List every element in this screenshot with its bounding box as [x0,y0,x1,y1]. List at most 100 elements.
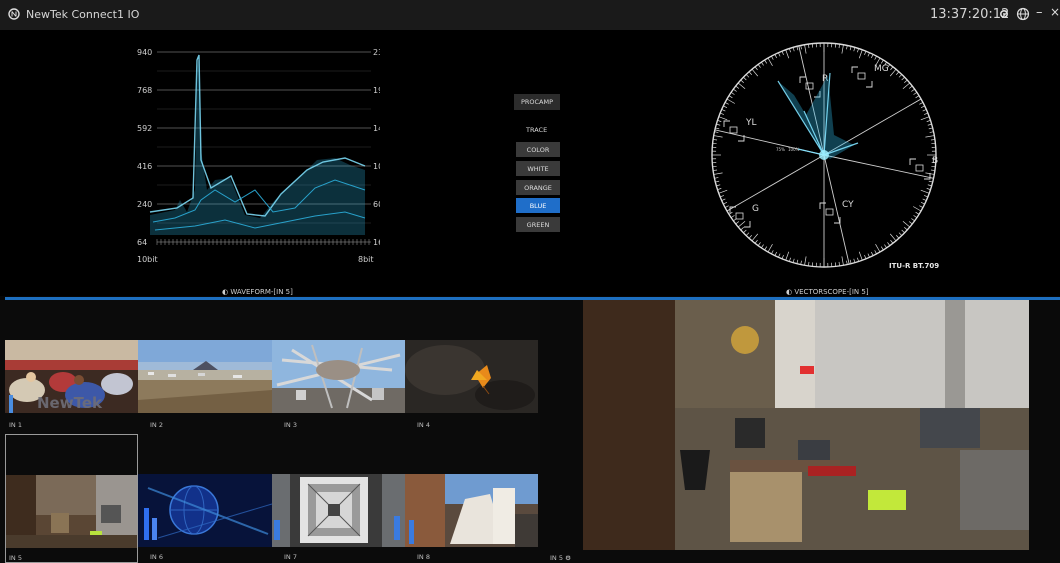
vectorscope-tick [733,88,737,92]
vectorscope-tick [771,55,774,60]
vectorscope-tick [911,218,915,222]
vectorscope-tick [867,52,870,57]
vectorscope-tick [846,45,848,50]
vectorscope-tick [804,256,807,266]
vectorscope-tick [774,54,777,59]
vectorscope-tick [796,46,799,51]
vectorscope-tick [884,244,887,249]
vectorscope-tick [871,251,874,256]
input-2-thumbnail [138,340,272,413]
vectorscope-tick [751,68,759,77]
globe-icon[interactable] [1015,6,1031,22]
input-cell-8[interactable]: IN 8 [405,434,538,563]
input-7-label: IN 7 [284,553,297,561]
vectorscope-tick [761,244,764,249]
vectorscope-tick [911,88,915,92]
program-preview[interactable] [540,300,1060,550]
vectorscope-tick [714,177,719,179]
vectorscope-tick [715,180,720,183]
vectorscope-tick [716,184,721,187]
vectorscope-target-box [723,120,745,142]
vectorscope-target-box [729,206,751,228]
vectorscope-tick [922,109,927,112]
vectorscope-tick [924,112,928,115]
input-cell-5[interactable]: IN 5 [5,434,138,563]
newtek-watermark: NewTek [37,394,103,412]
vectorscope-tick [896,71,900,75]
waveform-left-tick: 64 [137,238,147,247]
vectorscope-tick [717,120,722,122]
vectorscope-target-label: YL [745,118,757,128]
input-cell-4[interactable]: IN 4 [405,300,538,430]
input-8-label: IN 8 [417,553,430,561]
vectorscope-tick [853,258,856,263]
vectorscope-tick [717,188,722,190]
vectorscope-tick [720,195,724,198]
vectorscope-tick [871,54,874,59]
vectorscope-tick [723,105,728,108]
vectorscope-tick [716,123,721,126]
trace-green-button[interactable]: GREEN [516,217,560,232]
waveform-right-tick: 104 [373,162,380,171]
vectorscope-tick [792,258,795,263]
vectorscope-tick [748,235,752,239]
waveform-left-tick: 768 [137,86,152,95]
input-7-thumbnail [272,474,405,547]
vectorscope-tick [902,82,911,90]
waveform-trace [149,54,366,235]
vectorscope-tick [901,76,905,81]
procamp-button[interactable]: PROCAMP [514,94,560,110]
vectorscope-trace-center [819,150,829,160]
vectorscope-target-box [851,66,873,88]
vectorscope-tick [743,76,747,81]
vectorscope-tick [778,253,781,258]
vectorscope-standard-label: ITU-R BT.709 [889,262,939,270]
vectorscope-tick [890,66,894,71]
vectorscope-tick [867,253,870,258]
gear-icon[interactable] [996,6,1012,22]
title-bar: NewTek Connect1 IO 13:37:20:12 – × [0,0,1060,30]
vectorscope-tick [721,109,726,112]
input-4-label: IN 4 [417,421,430,429]
vectorscope-tick [841,256,844,266]
waveform-right-tick: 148 [373,124,380,133]
vectorscope-tick [926,120,931,122]
close-button[interactable]: × [1050,5,1060,19]
vectorscope-tick [800,260,802,265]
trace-blue-button[interactable]: BLUE [516,198,560,213]
vectorscope-tick [853,47,856,52]
minimize-button[interactable]: – [1036,5,1043,20]
waveform-right-unit: 8bit [358,255,374,264]
vectorscope-tick [849,259,852,264]
vectorscope-tick [841,44,844,54]
vectorscope-tick [737,82,746,90]
vectorscope-tick [767,244,773,253]
trace-label: TRACE [526,126,548,134]
vectorscope-tick [745,74,750,78]
vectorscope-tick [796,259,799,264]
vectorscope-tick [915,211,920,215]
vectorscope-target-box [909,158,931,180]
input-cell-2[interactable]: IN 2 [138,300,272,430]
waveform-right-tick: 235 [373,48,380,57]
vectorscope-target-marker [857,72,866,80]
vectorscope-tick [735,221,740,225]
vectorscope-tick [730,215,735,218]
input-cell-1[interactable]: NewTek IN 1 [5,300,138,430]
trace-orange-button[interactable]: ORANGE [516,180,560,195]
trace-color-button[interactable]: COLOR [516,142,560,157]
vectorscope-tick [740,79,744,83]
vectorscope-tick [927,184,932,187]
vectorscope-tick [898,232,903,236]
vectorscope-tick [904,79,908,83]
vectorscope-tick [858,49,863,59]
input-cell-7[interactable]: IN 7 [272,434,405,563]
vectorscope-tick [724,102,729,105]
waveform-right-tick: 60 [373,200,380,209]
vectorscope-tick [748,71,752,75]
trace-white-button[interactable]: WHITE [516,161,560,176]
input-cell-6[interactable]: IN 6 [138,434,272,563]
vectorscope-tick [757,242,761,246]
vectorscope-target-label: CY [842,200,854,210]
input-cell-3[interactable]: IN 3 [272,300,405,430]
